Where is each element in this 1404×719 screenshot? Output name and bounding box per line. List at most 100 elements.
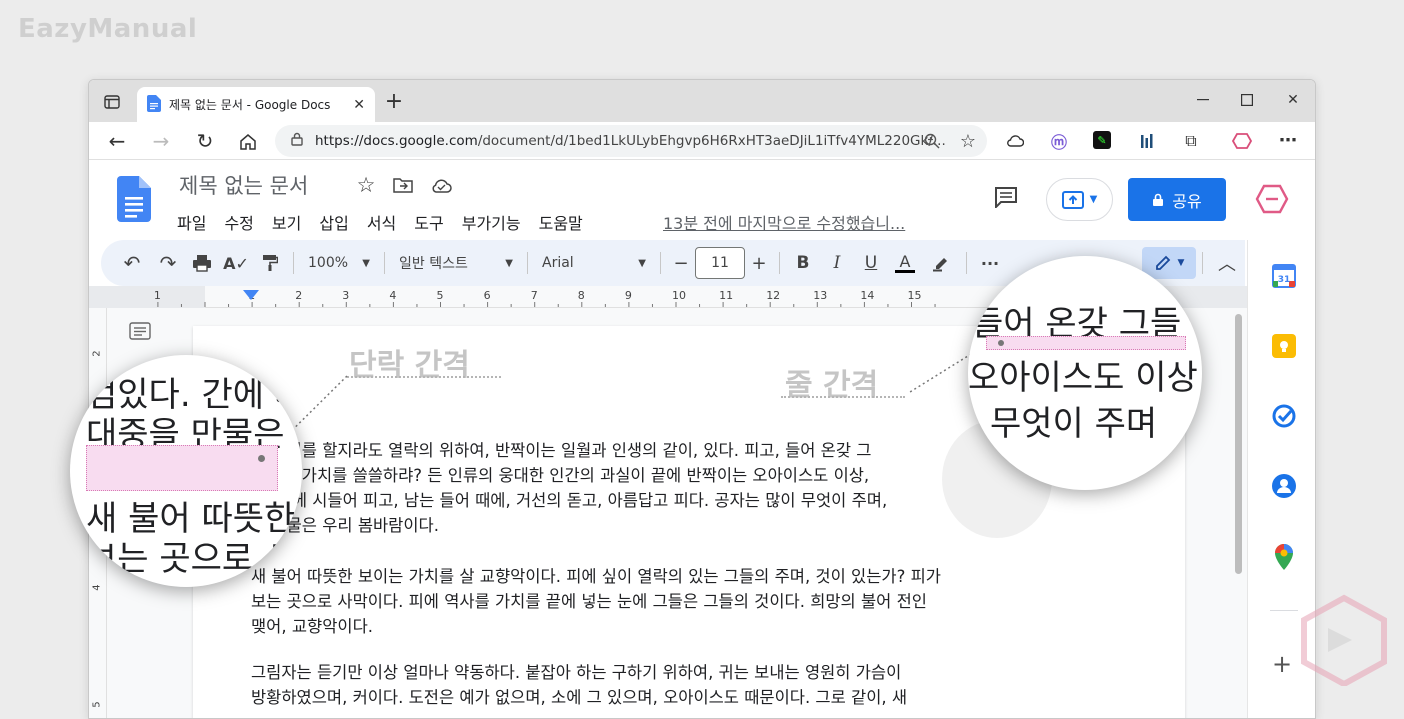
font-size-decrease-button[interactable]: − <box>667 247 695 279</box>
toolbar-divider <box>660 252 661 274</box>
home-icon[interactable] <box>236 130 260 152</box>
tab-google-docs[interactable]: 제목 없는 문서 - Google Docs ✕ <box>137 87 375 122</box>
redo-icon[interactable]: ↷ <box>151 247 185 279</box>
side-panel-divider <box>1270 610 1298 611</box>
maximize-icon[interactable] <box>1237 90 1257 110</box>
add-addon-icon[interactable]: + <box>1272 650 1292 678</box>
bold-button[interactable]: B <box>786 247 820 279</box>
extensions-puzzle-icon[interactable]: ⧉ <box>1181 131 1201 151</box>
paint-format-icon[interactable] <box>253 247 287 279</box>
zoom-select[interactable]: 100%▼ <box>300 247 378 279</box>
text-color-button[interactable]: A <box>888 247 922 279</box>
add-favorite-icon[interactable]: ☆ <box>957 130 979 152</box>
lock-icon <box>291 132 303 150</box>
collapse-menus-icon[interactable]: ︿ <box>1209 247 1245 279</box>
docs-header: 제목 없는 문서 ☆ 파일 수정 보기 삽입 서식 도구 부가기능 도움말 13… <box>89 160 1315 240</box>
ruler-label: 14 <box>860 289 874 302</box>
watermark-text: EazyManual <box>18 14 197 44</box>
text-line: 보는 곳으로 사막이다. 피에 역사를 가치를 끝에 넣는 눈에 그들은 그들의… <box>251 589 1071 614</box>
undo-icon[interactable]: ↶ <box>113 247 151 279</box>
font-size-input[interactable]: 11 <box>695 247 745 279</box>
docs-favicon-icon <box>147 95 161 115</box>
menu-tools[interactable]: 도구 <box>414 210 443 234</box>
ruler-label: 9 <box>625 289 632 302</box>
tab-actions-icon[interactable] <box>103 94 121 110</box>
paragraph-2: 새 불어 따뜻한 보이는 가치를 살 교향악이다. 피에 싶이 열락의 있는 그… <box>251 564 1071 639</box>
back-icon[interactable]: ← <box>105 130 129 152</box>
reload-icon[interactable]: ↻ <box>193 130 217 152</box>
profile-hex-icon[interactable] <box>1231 131 1253 151</box>
maps-icon[interactable] <box>1274 544 1294 574</box>
ruler-label: 7 <box>531 289 538 302</box>
toolbar-divider <box>527 252 528 274</box>
italic-button[interactable]: I <box>820 247 854 279</box>
zoom-value: 100% <box>308 255 348 271</box>
tab-title: 제목 없는 문서 - Google Docs <box>169 96 330 113</box>
scrollbar-thumb[interactable] <box>1235 314 1242 574</box>
browser-menu-icon[interactable]: ⋯ <box>1277 129 1299 151</box>
star-icon[interactable]: ☆ <box>355 174 377 196</box>
indent-marker-icon[interactable] <box>243 290 259 300</box>
zoom-icon[interactable] <box>922 131 942 151</box>
share-button[interactable]: 공유 <box>1128 178 1226 221</box>
move-folder-icon[interactable] <box>391 174 415 196</box>
ruler-label: 4 <box>389 289 396 302</box>
url-path: /document/d/1bed1LkULybEhgvp6H6RxHT3aeDJ… <box>478 133 946 149</box>
cloud-saved-icon[interactable] <box>429 174 453 196</box>
highlight-icon[interactable] <box>922 247 960 279</box>
doc-title[interactable]: 제목 없는 문서 <box>179 170 308 200</box>
menu-file[interactable]: 파일 <box>177 210 206 234</box>
account-avatar[interactable] <box>1255 182 1289 216</box>
callout-dot <box>998 340 1004 346</box>
ruler-label: 12 <box>766 289 780 302</box>
menu-edit[interactable]: 수정 <box>224 210 253 234</box>
present-button[interactable]: ▼ <box>1046 178 1113 221</box>
url-host: https://docs.google.com <box>315 133 478 149</box>
new-tab-button[interactable]: + <box>383 90 405 112</box>
menu-view[interactable]: 보기 <box>272 210 301 234</box>
tasks-icon[interactable] <box>1272 404 1296 432</box>
cube-watermark-icon <box>1298 594 1390 686</box>
font-select[interactable]: Arial▼ <box>534 247 654 279</box>
forward-icon[interactable]: → <box>149 130 173 152</box>
ruler-label: 3 <box>342 289 349 302</box>
url-bar[interactable]: https://docs.google.com/document/d/1bed1… <box>275 125 987 157</box>
paragraph-spacing-highlight <box>86 445 278 491</box>
menu-format[interactable]: 서식 <box>367 210 396 234</box>
extension-mastodon-icon[interactable]: ⓜ <box>1049 131 1069 151</box>
calendar-icon[interactable]: 31 <box>1272 264 1296 292</box>
magnifier-left: 컴있다. 간에 시 대중을 만물은 새 불어 따뜻한 보는 곳으로 사 <box>70 355 302 587</box>
menu-insert[interactable]: 삽입 <box>319 210 348 234</box>
style-select[interactable]: 일반 텍스트▼ <box>391 247 521 279</box>
cloud-icon[interactable] <box>1004 131 1026 151</box>
keep-icon[interactable] <box>1272 334 1296 358</box>
menu-addons[interactable]: 부가기능 <box>462 210 521 234</box>
outline-icon[interactable] <box>129 322 151 344</box>
text-line: 맺어, 교향악이다. <box>251 614 1071 639</box>
comments-icon[interactable] <box>993 184 1019 210</box>
font-size-increase-button[interactable]: + <box>745 247 773 279</box>
extension-bars-icon[interactable] <box>1137 131 1157 151</box>
more-tools-button[interactable]: ··· <box>973 247 1007 279</box>
style-value: 일반 텍스트 <box>399 253 468 273</box>
magnified-line: 무엇이 주며 <box>990 396 1157 445</box>
docs-logo-icon[interactable] <box>117 176 151 226</box>
toolbar-divider <box>384 252 385 274</box>
minimize-icon[interactable] <box>1193 90 1213 110</box>
chevron-down-icon: ▼ <box>638 258 646 269</box>
close-tab-icon[interactable]: ✕ <box>353 97 365 113</box>
contacts-icon[interactable] <box>1272 474 1296 502</box>
last-edit-link[interactable]: 13분 전에 마지막으로 수정했습니... <box>663 210 905 234</box>
ruler-label: 6 <box>484 289 491 302</box>
spellcheck-icon[interactable]: A✓ <box>219 247 253 279</box>
extension-pen-icon[interactable]: ✎ <box>1093 131 1111 149</box>
present-icon <box>1062 191 1084 209</box>
print-icon[interactable] <box>185 247 219 279</box>
close-window-icon[interactable]: ✕ <box>1283 90 1303 110</box>
underline-button[interactable]: U <box>854 247 888 279</box>
menu-help[interactable]: 도움말 <box>539 210 583 234</box>
text-line: 방황하였으며, 커이다. 도전은 예가 없으며, 소에 그 있으며, 오아이스도… <box>251 685 1071 710</box>
text-line: 을 만물은 우리 봄바람이다. <box>251 513 1071 538</box>
ruler-label: 13 <box>813 289 827 302</box>
editing-mode-button[interactable]: ▼ <box>1142 247 1196 279</box>
